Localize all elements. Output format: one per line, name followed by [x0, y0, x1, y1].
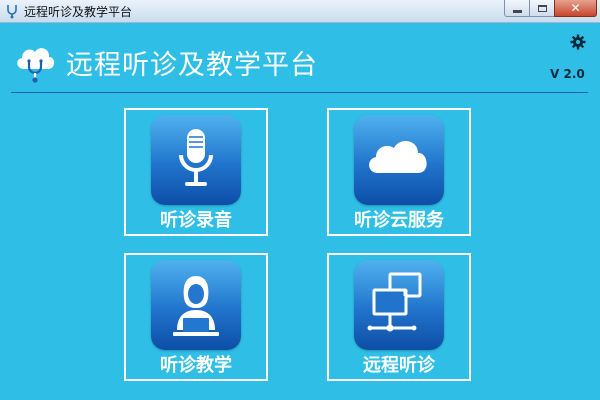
window-titlebar: 远程听诊及教学平台 ✕ — [0, 0, 600, 23]
stethoscope-app-icon — [7, 5, 17, 19]
tile-teaching-icon-box — [151, 260, 241, 350]
maximize-icon — [537, 4, 547, 12]
tile-cloud-service-label: 听诊云服务 — [354, 210, 444, 231]
teacher-laptop-icon — [173, 276, 219, 336]
close-button[interactable]: ✕ — [554, 0, 597, 17]
tile-recording[interactable]: 听诊录音 — [124, 108, 268, 236]
cloud-stethoscope-icon — [17, 48, 55, 83]
maximize-button[interactable] — [529, 0, 555, 17]
microphone-icon — [179, 129, 213, 186]
minimize-button[interactable] — [504, 0, 530, 17]
network-computers-icon — [367, 272, 422, 332]
tile-teaching[interactable]: 听诊教学 — [124, 253, 268, 381]
main-panel: 远程听诊及教学平台 V 2.0 听诊录音 听诊云服务 听诊教学 远程听诊 — [0, 23, 600, 400]
tile-recording-label: 听诊录音 — [160, 210, 232, 231]
minimize-icon — [512, 9, 522, 13]
tile-cloud-service[interactable]: 听诊云服务 — [327, 108, 471, 236]
close-icon: ✕ — [570, 1, 581, 15]
gear-icon[interactable] — [570, 34, 586, 50]
app-title: 远程听诊及教学平台 — [66, 50, 318, 81]
tile-remote-auscultation[interactable]: 远程听诊 — [327, 253, 471, 381]
version-label: V 2.0 — [550, 67, 585, 81]
header-divider — [11, 92, 588, 93]
cloud-icon — [369, 140, 427, 173]
tile-recording-icon-box — [151, 115, 241, 205]
tile-remote-auscultation-icon-box — [354, 260, 444, 350]
tile-cloud-service-icon-box — [354, 115, 444, 205]
tile-teaching-label: 听诊教学 — [160, 355, 232, 376]
tile-remote-auscultation-label: 远程听诊 — [363, 355, 435, 376]
window-title: 远程听诊及教学平台 — [24, 5, 133, 19]
